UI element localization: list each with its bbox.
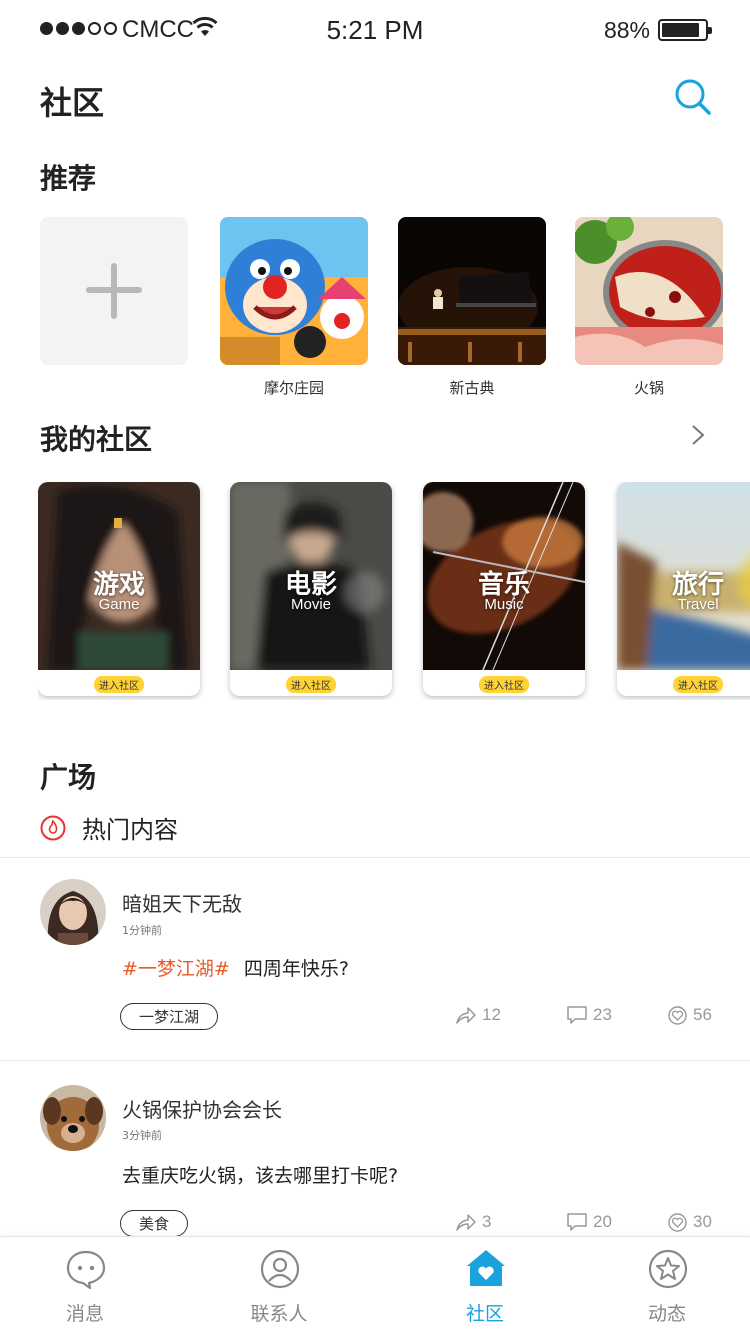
enter-community-badge[interactable]: 进入社区 bbox=[479, 676, 529, 693]
community-name-en: Music bbox=[484, 596, 524, 613]
search-icon[interactable] bbox=[674, 78, 712, 116]
community-card-travel[interactable]: 旅行 Travel 进入社区 bbox=[617, 482, 750, 696]
like-icon bbox=[668, 1212, 687, 1232]
comment-count: 20 bbox=[593, 1212, 612, 1231]
post-time: 1分钟前 bbox=[122, 924, 162, 937]
plaza-title: 广场 bbox=[40, 761, 97, 794]
tab-community[interactable]: 社区 bbox=[425, 1237, 545, 1334]
comment-icon bbox=[567, 1213, 587, 1231]
enter-community-badge[interactable]: 进入社区 bbox=[94, 676, 144, 693]
post-card[interactable]: 火锅保护协会会长 3分钟前 去重庆吃火锅，该去哪里打卡呢? 美食 3 20 30 bbox=[0, 1061, 750, 1241]
community-card-game[interactable]: 游戏 Game 进入社区 bbox=[38, 482, 200, 696]
add-recommend-button[interactable] bbox=[40, 217, 188, 365]
post-text: 去重庆吃火锅，该去哪里打卡呢? bbox=[122, 1165, 399, 1187]
avatar[interactable] bbox=[40, 1085, 106, 1151]
home-heart-icon bbox=[467, 1250, 505, 1286]
post-username[interactable]: 火锅保护协会会长 bbox=[122, 1094, 282, 1123]
avatar[interactable] bbox=[40, 879, 106, 945]
hotpot-thumbnail bbox=[575, 217, 723, 365]
page-title: 社区 bbox=[40, 84, 105, 122]
community-card-movie[interactable]: 电影 Movie 进入社区 bbox=[230, 482, 392, 696]
share-stat[interactable]: 3 bbox=[456, 1212, 491, 1232]
my-community-list: 游戏 Game 进入社区 电影 Movie 进入社区 音乐 Music 进入社区… bbox=[38, 482, 750, 700]
my-community-title: 我的社区 bbox=[40, 423, 153, 456]
comment-stat[interactable]: 20 bbox=[567, 1212, 612, 1232]
neoclassical-thumbnail bbox=[398, 217, 546, 365]
share-count: 12 bbox=[482, 1005, 501, 1024]
post-topic-chip[interactable]: 美食 bbox=[120, 1210, 189, 1237]
post-content[interactable]: 去重庆吃火锅，该去哪里打卡呢? bbox=[122, 1161, 398, 1188]
recommend-label: 摩尔庄园 bbox=[263, 379, 324, 397]
community-name-en: Movie bbox=[290, 596, 331, 613]
comment-icon bbox=[567, 1006, 587, 1024]
battery-icon bbox=[658, 19, 712, 41]
recommend-item-mole-manor[interactable]: 摩尔庄园 bbox=[220, 217, 368, 398]
recommend-item-hotpot[interactable]: 火锅 bbox=[575, 217, 723, 398]
like-count: 30 bbox=[693, 1212, 712, 1231]
like-icon bbox=[668, 1005, 687, 1025]
chevron-right-icon[interactable] bbox=[688, 425, 708, 445]
fire-icon bbox=[40, 815, 66, 840]
post-topic-chip[interactable]: 一梦江湖 bbox=[120, 1003, 219, 1030]
recommend-label: 新古典 bbox=[449, 379, 495, 397]
plus-icon bbox=[40, 217, 188, 365]
post-time: 3分钟前 bbox=[122, 1129, 162, 1142]
post-hashtag[interactable]: #一梦江湖# bbox=[122, 958, 230, 980]
community-card-music[interactable]: 音乐 Music 进入社区 bbox=[423, 482, 585, 696]
community-name-en: Travel bbox=[677, 596, 719, 613]
recommend-list: 摩尔庄园 新古典 火锅 bbox=[40, 217, 750, 407]
star-icon bbox=[648, 1249, 688, 1289]
comment-stat[interactable]: 23 bbox=[567, 1005, 612, 1025]
post-username[interactable]: 暗姐天下无敌 bbox=[122, 888, 242, 917]
community-name-en: Game bbox=[98, 596, 140, 613]
tab-bar: 消息 联系人 社区 动态 bbox=[0, 1236, 750, 1334]
recommend-title: 推荐 bbox=[40, 162, 97, 195]
tab-messages[interactable]: 消息 bbox=[25, 1237, 145, 1334]
comment-count: 23 bbox=[593, 1005, 612, 1024]
mole-manor-thumbnail bbox=[220, 217, 368, 365]
share-stat[interactable]: 12 bbox=[456, 1005, 501, 1025]
enter-community-badge[interactable]: 进入社区 bbox=[286, 676, 336, 693]
hot-content-header: 热门内容 bbox=[40, 810, 178, 845]
message-icon bbox=[66, 1250, 106, 1289]
hot-content-label: 热门内容 bbox=[82, 816, 178, 844]
status-bar: CMCC 5:21 PM 88% bbox=[0, 0, 750, 60]
battery-percent: 88% bbox=[603, 17, 650, 43]
contacts-icon bbox=[260, 1249, 300, 1289]
share-icon bbox=[456, 1007, 476, 1024]
tab-label: 社区 bbox=[465, 1303, 504, 1325]
post-text: 四周年快乐? bbox=[243, 958, 349, 980]
tab-label: 动态 bbox=[647, 1303, 686, 1325]
share-count: 3 bbox=[482, 1212, 492, 1231]
post-content[interactable]: #一梦江湖# 四周年快乐? bbox=[122, 954, 349, 981]
like-stat[interactable]: 30 bbox=[668, 1212, 712, 1232]
tab-activity[interactable]: 动态 bbox=[607, 1237, 727, 1334]
post-card[interactable]: 暗姐天下无敌 1分钟前 #一梦江湖# 四周年快乐? 一梦江湖 12 23 56 bbox=[0, 858, 750, 1058]
like-stat[interactable]: 56 bbox=[668, 1005, 712, 1025]
tab-contacts[interactable]: 联系人 bbox=[219, 1237, 339, 1334]
enter-community-badge[interactable]: 进入社区 bbox=[673, 676, 723, 693]
recommend-label: 火锅 bbox=[633, 379, 664, 397]
like-count: 56 bbox=[693, 1005, 712, 1024]
share-icon bbox=[456, 1214, 476, 1231]
tab-label: 联系人 bbox=[250, 1303, 308, 1325]
tab-label: 消息 bbox=[65, 1303, 104, 1325]
recommend-item-neoclassical[interactable]: 新古典 bbox=[398, 217, 546, 398]
